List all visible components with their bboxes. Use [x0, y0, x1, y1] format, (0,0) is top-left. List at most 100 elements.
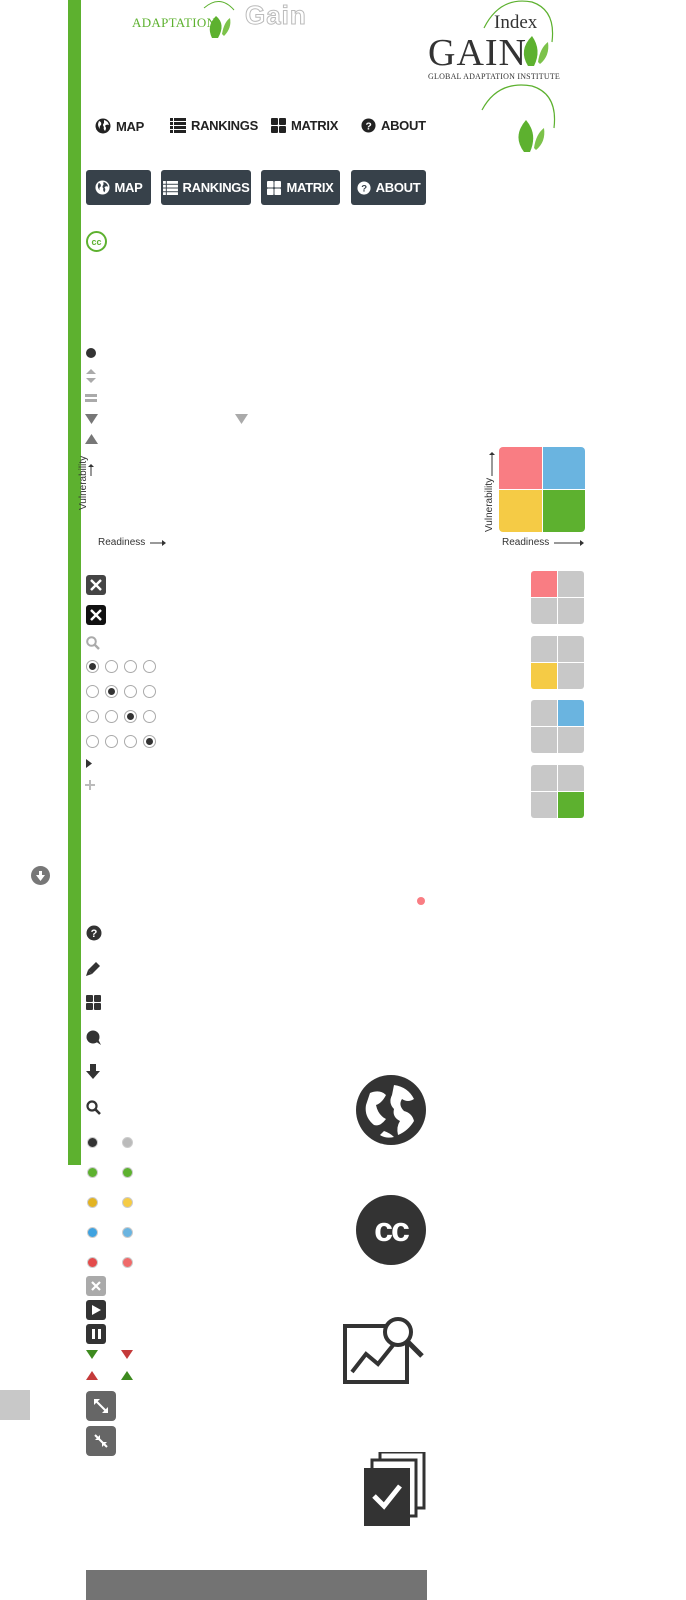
grid-icon [267, 180, 282, 195]
adaptation-logo-leaf-icon [203, 1, 235, 38]
globe-icon [95, 118, 111, 134]
sort-up-icon[interactable] [85, 434, 98, 444]
trend-down-green-icon [86, 1350, 98, 1359]
close-button-black[interactable] [86, 605, 106, 625]
radio-option[interactable] [143, 660, 156, 673]
chart-search-icon [343, 1317, 424, 1384]
radio-option[interactable] [143, 685, 156, 698]
caret-right-icon[interactable] [86, 759, 92, 768]
nav-rankings-link[interactable]: RANKINGS [170, 118, 258, 133]
equal-sort-icon[interactable] [85, 393, 97, 403]
mini-matrix-yellow[interactable] [531, 636, 586, 691]
comment-icon[interactable] [86, 1030, 101, 1045]
dot-red-icon [87, 1257, 98, 1268]
large-legend-y-axis-label: Vulnerability [484, 477, 495, 532]
radio-row-3 [86, 710, 156, 723]
nav-about-button-label: ABOUT [375, 180, 421, 195]
radio-option[interactable] [86, 660, 99, 673]
radio-option[interactable] [105, 710, 118, 723]
sort-down-light-icon[interactable] [235, 414, 248, 424]
radio-option[interactable] [86, 685, 99, 698]
dot-blue-light-icon [122, 1227, 133, 1238]
list-icon [170, 118, 186, 133]
radio-option[interactable] [86, 735, 99, 748]
nav-map-button[interactable]: MAP [86, 170, 151, 205]
plus-icon[interactable] [85, 780, 95, 790]
dot-red-light-icon [122, 1257, 133, 1268]
nav-matrix-link[interactable]: MATRIX [271, 118, 338, 133]
mini-matrix-green[interactable] [531, 765, 586, 820]
radio-option[interactable] [105, 735, 118, 748]
matrix-quadrant-blue[interactable] [543, 447, 585, 489]
creative-commons-small-icon: cc [86, 231, 107, 252]
nav-rankings-button-label: RANKINGS [182, 180, 250, 195]
dot-dark-icon [87, 1137, 98, 1148]
radio-row-2 [86, 685, 156, 698]
matrix-quadrant-red[interactable] [499, 447, 542, 489]
play-button[interactable] [86, 1300, 106, 1320]
sort-down-icon[interactable] [85, 414, 98, 424]
search-light-icon[interactable] [86, 636, 100, 650]
small-legend-x-arrow-icon [150, 540, 166, 546]
pause-icon [91, 1329, 101, 1339]
dot-icon [86, 348, 96, 358]
nav-about-button[interactable]: ? ABOUT [351, 170, 426, 205]
svg-text:?: ? [365, 121, 371, 132]
nav-matrix-button[interactable]: MATRIX [261, 170, 340, 205]
dot-blue-icon [87, 1227, 98, 1238]
close-icon [90, 579, 102, 591]
radio-option[interactable] [143, 710, 156, 723]
grid-icon [271, 118, 286, 133]
download-icon[interactable] [86, 1064, 100, 1080]
nav-map-link[interactable]: MAP [95, 118, 144, 134]
globe-large-icon [356, 1075, 426, 1145]
question-circle-icon[interactable]: ? [86, 925, 102, 941]
dot-grey-icon [122, 1137, 133, 1148]
pencil-icon[interactable] [86, 960, 102, 976]
question-icon: ? [361, 118, 376, 133]
gain-institute-text: GLOBAL ADAPTATION INSTITUTE [428, 72, 561, 81]
mini-matrix-blue[interactable] [531, 700, 586, 755]
dot-green-light-icon [122, 1167, 133, 1178]
matrix-quadrant-green[interactable] [543, 490, 585, 532]
nav-rankings-button[interactable]: RANKINGS [161, 170, 251, 205]
search-icon[interactable] [86, 1100, 101, 1115]
trend-up-red-icon [86, 1371, 98, 1380]
radio-option[interactable] [124, 735, 137, 748]
radio-option[interactable] [105, 660, 118, 673]
sort-icon[interactable] [85, 369, 97, 383]
radio-option[interactable] [124, 710, 137, 723]
expand-button[interactable] [86, 1391, 116, 1421]
play-icon [91, 1305, 101, 1315]
red-marker-dot [417, 897, 425, 905]
cc-small-text: cc [91, 236, 102, 247]
footer-grey-bar [86, 1570, 427, 1600]
large-legend-x-axis-label: Readiness [502, 537, 550, 548]
svg-text:?: ? [91, 928, 98, 940]
radio-option[interactable] [124, 685, 137, 698]
expand-icon [94, 1399, 108, 1413]
radio-option[interactable] [86, 710, 99, 723]
stacked-documents-check-icon [364, 1452, 426, 1526]
nav-about-link[interactable]: ? ABOUT [361, 118, 426, 133]
grid-icon[interactable] [86, 995, 101, 1010]
matrix-quadrant-yellow[interactable] [499, 490, 542, 532]
nav-map-button-label: MAP [114, 180, 143, 195]
large-legend-y-arrow-icon [489, 452, 495, 476]
pause-button[interactable] [86, 1324, 106, 1344]
radio-option[interactable] [143, 735, 156, 748]
close-light-button[interactable] [86, 1276, 106, 1296]
dot-yellow-light-icon [122, 1197, 133, 1208]
scroll-down-button[interactable] [31, 866, 50, 885]
mini-matrix-red[interactable] [531, 571, 586, 626]
collapse-button[interactable] [86, 1426, 116, 1456]
radio-option[interactable] [124, 660, 137, 673]
close-button-grey[interactable] [86, 575, 106, 595]
radio-option[interactable] [105, 685, 118, 698]
dot-green-icon [87, 1167, 98, 1178]
collapse-icon [94, 1434, 108, 1448]
list-icon [162, 180, 178, 195]
close-icon [90, 609, 102, 621]
radio-row-4 [86, 735, 156, 748]
cc-large-text: cc [374, 1210, 410, 1249]
